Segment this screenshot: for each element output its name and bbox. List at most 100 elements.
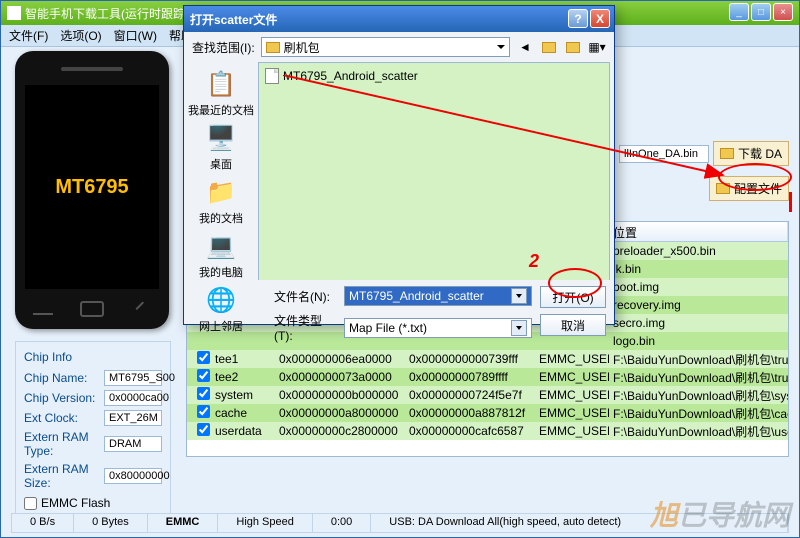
dialog-fields: 文件名(N): MT6795_Android_scatter 文件类型(T): … bbox=[274, 286, 532, 349]
cell-end: 0x00000000a887812f bbox=[405, 406, 535, 420]
emmc-flash-label: EMMC Flash bbox=[41, 496, 110, 510]
emmc-flash-checkbox[interactable] bbox=[24, 497, 37, 510]
folder-icon bbox=[716, 183, 730, 194]
filename-label: 文件名(N): bbox=[274, 288, 338, 305]
views-button[interactable]: ▦▾ bbox=[588, 38, 606, 56]
cancel-button[interactable]: 取消 bbox=[540, 314, 606, 336]
filetype-combo[interactable]: Map File (*.txt) bbox=[344, 318, 532, 338]
cell-location: F:\BaiduYunDownload\刷机包\trustzone.bin bbox=[609, 369, 788, 386]
cell-location: logo.bin bbox=[609, 334, 788, 348]
new-folder-button[interactable] bbox=[564, 38, 582, 56]
menu-options[interactable]: 选项(O) bbox=[60, 27, 101, 44]
cell-end: 0x00000000cafc6587 bbox=[405, 424, 535, 438]
config-file-label: 配置文件 bbox=[734, 180, 782, 197]
download-da-button[interactable]: 下载 DA bbox=[713, 141, 789, 166]
maximize-button[interactable]: □ bbox=[751, 3, 771, 21]
cell-end: 0x00000000789ffff bbox=[405, 370, 535, 384]
status-rate: 0 B/s bbox=[12, 514, 74, 532]
place-mydocs[interactable]: 📁我的文档 bbox=[199, 176, 243, 226]
folder-icon bbox=[720, 148, 734, 159]
status-time: 0:00 bbox=[313, 514, 371, 532]
cell-name: system bbox=[211, 388, 275, 402]
phone-home-icon bbox=[80, 301, 104, 317]
ext-clock-label: Ext Clock: bbox=[24, 411, 104, 425]
close-button[interactable]: × bbox=[773, 3, 793, 21]
row-checkbox[interactable] bbox=[197, 423, 210, 436]
ext-clock-value: EXT_26M bbox=[104, 410, 162, 426]
row-checkbox[interactable] bbox=[197, 405, 210, 418]
menu-window[interactable]: 窗口(W) bbox=[114, 27, 157, 44]
cell-end: 0x00000000724f5e7f bbox=[405, 388, 535, 402]
cell-location: boot.img bbox=[609, 280, 788, 294]
chip-name-value: MT6795_S00 bbox=[104, 370, 162, 386]
menu-file[interactable]: 文件(F) bbox=[9, 27, 48, 44]
back-button[interactable]: ◄ bbox=[516, 38, 534, 56]
cell-name: cache bbox=[211, 406, 275, 420]
chevron-down-icon bbox=[511, 320, 527, 336]
right-top-buttons: llInOne_DA.bin 下载 DA 配置文件 bbox=[619, 141, 789, 211]
cell-region: EMMC_USER bbox=[535, 424, 609, 438]
phone-model: MT6795 bbox=[55, 176, 128, 199]
dialog-help-button[interactable]: ? bbox=[568, 9, 588, 28]
dialog-title: 打开scatter文件 bbox=[190, 11, 277, 28]
phone-screen: MT6795 bbox=[25, 85, 159, 289]
file-item-label: MT6795_Android_scatter bbox=[283, 69, 418, 83]
cell-region: EMMC_USER bbox=[535, 406, 609, 420]
cell-location: F:\BaiduYunDownload\刷机包\trustzone.bin bbox=[609, 351, 788, 368]
ram-type-label: Extern RAM Type: bbox=[24, 430, 104, 458]
file-list[interactable]: MT6795_Android_scatter bbox=[258, 62, 610, 280]
cell-begin: 0x000000000b000000 bbox=[275, 388, 405, 402]
phone-speaker-icon bbox=[61, 67, 123, 71]
mydocs-icon: 📁 bbox=[205, 176, 237, 208]
cell-location: lk.bin bbox=[609, 262, 788, 276]
dialog-body: 📋我最近的文档 🖥️桌面 📁我的文档 💻我的电脑 🌐网上邻居 MT6795_An… bbox=[184, 62, 614, 280]
row-checkbox[interactable] bbox=[197, 369, 210, 382]
chip-info-header: Chip Info bbox=[24, 350, 162, 364]
table-row[interactable]: cache0x00000000a80000000x00000000a887812… bbox=[187, 404, 788, 422]
chip-version-value: 0x0000ca00 bbox=[104, 390, 162, 406]
open-button[interactable]: 打开(O) bbox=[540, 286, 606, 308]
cell-location: preloader_x500.bin bbox=[609, 244, 788, 258]
status-mode: EMMC bbox=[148, 514, 219, 532]
config-file-button[interactable]: 配置文件 bbox=[709, 176, 789, 201]
table-row[interactable]: system0x000000000b0000000x00000000724f5e… bbox=[187, 386, 788, 404]
row-checkbox[interactable] bbox=[197, 387, 210, 400]
place-desktop[interactable]: 🖥️桌面 bbox=[205, 122, 237, 172]
cell-location: recovery.img bbox=[609, 298, 788, 312]
ram-type-value: DRAM bbox=[104, 436, 162, 452]
chip-info-panel: Chip Info Chip Name:MT6795_S00 Chip Vers… bbox=[15, 341, 171, 519]
table-row[interactable]: tee20x0000000073a00000x00000000789ffffEM… bbox=[187, 368, 788, 386]
phone-soft-right-icon bbox=[136, 302, 153, 319]
place-mycomputer[interactable]: 💻我的电脑 bbox=[199, 230, 243, 280]
filename-combo[interactable]: MT6795_Android_scatter bbox=[344, 286, 532, 306]
emmc-flash-row: EMMC Flash bbox=[24, 496, 162, 510]
filename-value: MT6795_Android_scatter bbox=[349, 289, 484, 303]
desktop-icon: 🖥️ bbox=[205, 122, 237, 154]
filetype-value: Map File (*.txt) bbox=[349, 321, 427, 335]
cell-begin: 0x00000000a8000000 bbox=[275, 406, 405, 420]
text-file-icon bbox=[265, 68, 279, 84]
status-bytes: 0 Bytes bbox=[74, 514, 148, 532]
ram-size-label: Extern RAM Size: bbox=[24, 462, 104, 490]
dialog-close-button[interactable]: X bbox=[590, 9, 610, 28]
file-item[interactable]: MT6795_Android_scatter bbox=[263, 67, 605, 85]
window-controls: _ □ × bbox=[729, 3, 793, 21]
cell-location: F:\BaiduYunDownload\刷机包\cache.img bbox=[609, 405, 788, 422]
place-recent[interactable]: 📋我最近的文档 bbox=[188, 68, 254, 118]
dialog-bottom: 文件名(N): MT6795_Android_scatter 文件类型(T): … bbox=[184, 280, 614, 355]
folder-icon bbox=[266, 42, 280, 53]
dialog-toolbar: 查找范围(I): 刷机包 ◄ ▦▾ bbox=[184, 32, 614, 62]
lookin-dropdown[interactable]: 刷机包 bbox=[261, 37, 510, 57]
dialog-bottom-spacer bbox=[192, 286, 266, 349]
mycomputer-icon: 💻 bbox=[205, 230, 237, 262]
cell-location: secro.img bbox=[609, 316, 788, 330]
up-button[interactable] bbox=[540, 38, 558, 56]
cell-begin: 0x0000000073a0000 bbox=[275, 370, 405, 384]
file-open-dialog: 打开scatter文件 ? X 查找范围(I): 刷机包 ◄ ▦▾ 📋我最近的文… bbox=[183, 5, 615, 325]
table-row[interactable]: userdata0x00000000c28000000x00000000cafc… bbox=[187, 422, 788, 440]
left-panel: MT6795 Chip Info Chip Name:MT6795_S00 Ch… bbox=[15, 51, 171, 519]
cell-region: EMMC_USER bbox=[535, 370, 609, 384]
minimize-button[interactable]: _ bbox=[729, 3, 749, 21]
annotation-number-2: 2 bbox=[529, 251, 539, 272]
annotation-bar bbox=[789, 192, 792, 212]
